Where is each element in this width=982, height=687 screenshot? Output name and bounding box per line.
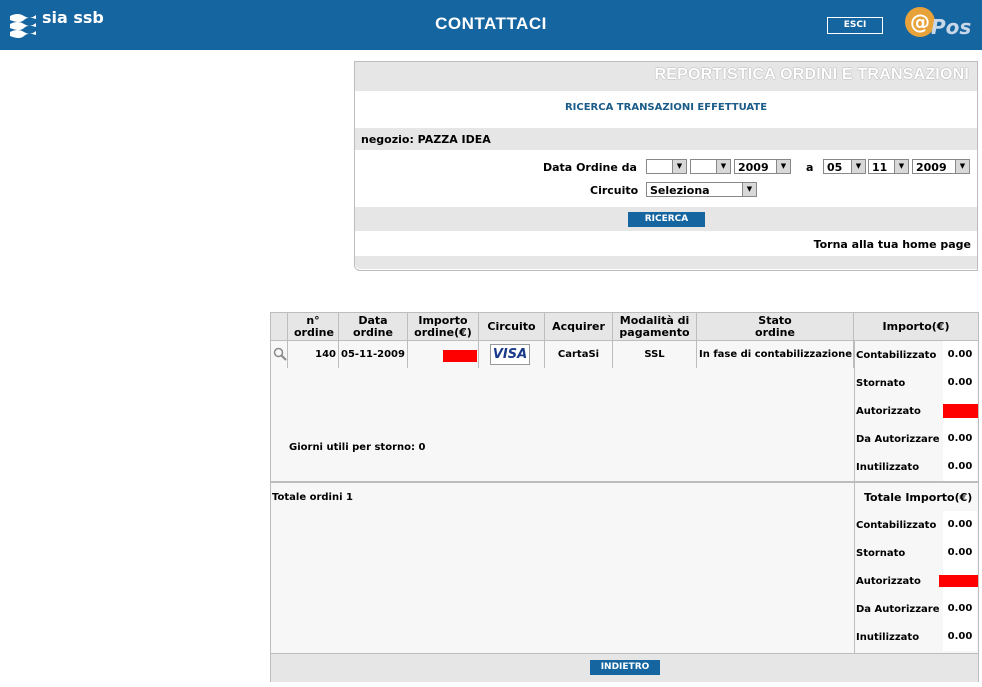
search-button[interactable]: RICERCA [628,212,705,227]
pos-text: Pos [931,15,972,39]
cell-acquirer: CartaSi [545,341,613,368]
amount-label: Stornato [856,378,906,389]
divider [854,341,855,481]
total-label: Da Autorizzare [856,604,940,615]
to-day-select[interactable]: 05 ▼ [823,159,866,174]
total-value [939,567,978,595]
header-payment: Modalità di pagamento [613,313,697,340]
to-month-select[interactable]: 11 ▼ [868,159,909,174]
header-order-date: Data ordine [339,313,408,340]
total-label: Inutilizzato [856,632,920,643]
redacted-amount [943,404,978,418]
total-value: 0.00 [943,511,977,539]
circuit-select[interactable]: Seleziona ▼ [646,182,757,197]
chevron-down-icon: ▼ [776,160,790,173]
panel-heading-text: REPORTISTICA ORDINI E TRANSAZIONI [654,66,969,83]
total-label: Stornato [856,548,906,559]
chevron-down-icon: ▼ [672,160,686,173]
search-panel: REPORTISTICA ORDINI E TRANSAZIONI RICERC… [354,61,978,271]
results-table: n° ordine Data ordine Importo ordine(€) … [270,312,979,682]
chevron-down-icon: ▼ [742,183,756,196]
amount-value: 0.00 [943,341,977,369]
table-header: n° ordine Data ordine Importo ordine(€) … [271,313,978,341]
cell-circuit: VISA [479,341,545,368]
panel-heading: REPORTISTICA ORDINI E TRANSAZIONI [355,62,977,91]
total-label: Contabilizzato [856,520,937,531]
shop-label: negozio: PAZZA IDEA [361,133,491,146]
exit-button[interactable]: ESCI [827,17,883,34]
apos-logo: @ Pos [905,7,975,43]
total-value: 0.00 [943,595,977,623]
redacted-amount [939,575,978,587]
header-acquirer: Acquirer [545,313,613,340]
header-importo: Importo(€) [882,320,950,333]
amount-value: 0.00 [943,425,977,453]
date-from-label: Data Ordine da [543,161,637,174]
visa-logo: VISA [490,344,530,365]
cell-order-no: 140 [288,341,339,368]
storno-days: Giorni utili per storno: 0 [289,442,426,453]
header-order-no: n° ordine [288,313,339,340]
section-divider [271,481,978,483]
amount-label: Autorizzato [856,406,921,417]
cell-payment: SSL [613,341,697,368]
bottom-bar: INDIETRO [271,653,978,682]
chevron-down-icon: ▼ [894,160,908,173]
back-button[interactable]: INDIETRO [590,660,660,675]
redacted-amount [443,350,477,362]
amount-value: 0.00 [943,369,977,397]
top-header: sia ssb CONTATTACI ESCI @ Pos [0,0,982,50]
view-cell[interactable] [271,341,288,368]
amount-label: Inutilizzato [856,462,920,473]
search-bar: RICERCA [355,207,977,231]
chevron-down-icon: ▼ [955,160,969,173]
cell-order-date: 05-11-2009 [339,341,408,368]
cell-status: In fase di contabilizzazione [697,341,854,368]
from-day-select[interactable]: ▼ [646,159,687,174]
from-month-select[interactable]: ▼ [690,159,731,174]
to-label: a [806,161,814,174]
amount-label: Da Autorizzare [856,434,940,445]
total-label: Autorizzato [856,576,921,587]
chevron-down-icon: ▼ [851,160,865,173]
panel-subtitle: RICERCA TRANSAZIONI EFFETTUATE [564,102,768,113]
circuit-label: Circuito [590,184,639,197]
total-amount-header: Totale Importo(€) [864,491,973,504]
chevron-down-icon: ▼ [716,160,730,173]
amount-label: Contabilizzato [856,350,937,361]
total-value: 0.00 [943,539,977,567]
magnifier-icon[interactable] [273,347,287,361]
total-orders: Totale ordini 1 [272,492,353,503]
amount-value [943,397,978,425]
divider [854,483,855,653]
header-status: Stato ordine [697,313,854,340]
from-year-select[interactable]: 2009 ▼ [734,159,791,174]
total-value: 0.00 [943,623,977,651]
panel-footer [355,256,977,269]
shop-row: negozio: PAZZA IDEA [355,128,977,150]
cell-amount [408,341,479,368]
header-icon-col [271,313,288,340]
home-page-link[interactable]: Torna alla tua home page [814,238,971,251]
to-year-select[interactable]: 2009 ▼ [912,159,970,174]
header-circuit: Circuito [479,313,545,340]
amount-value: 0.00 [943,453,977,481]
header-amount: Importo ordine(€) [408,313,479,340]
